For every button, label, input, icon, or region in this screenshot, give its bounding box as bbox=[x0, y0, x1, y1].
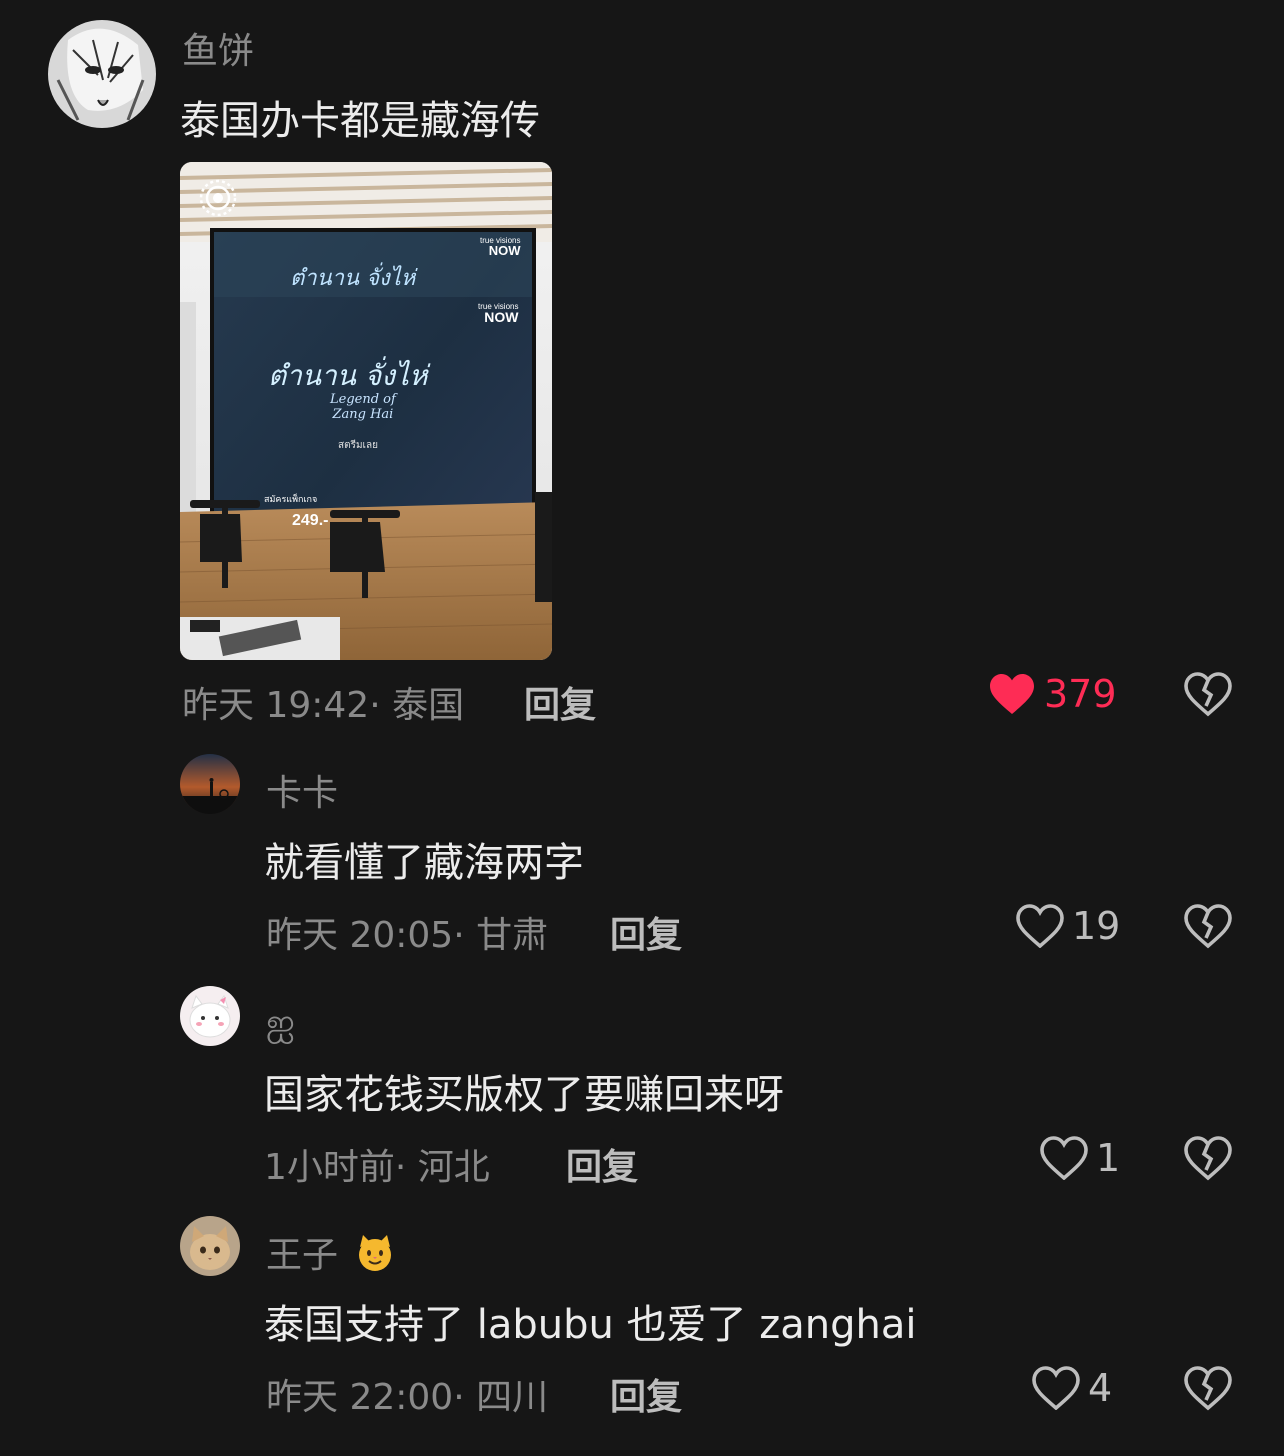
like-count: 4 bbox=[1088, 1366, 1113, 1410]
reply-button[interactable]: 回复 bbox=[524, 676, 596, 728]
live-photo-icon[interactable] bbox=[198, 178, 238, 218]
like-button[interactable]: 1 bbox=[1040, 1136, 1120, 1180]
cat-emoji-icon bbox=[355, 1233, 395, 1282]
screen-brand-mid: true visions NOW bbox=[478, 302, 519, 325]
avatar[interactable] bbox=[180, 754, 240, 814]
comment-text: 泰国办卡都是藏海传 bbox=[180, 98, 540, 144]
comment-meta: 昨天 19:42· 泰国 bbox=[182, 676, 464, 728]
screen-price: 249.- bbox=[292, 512, 329, 529]
comment-time: 昨天 20:05 bbox=[266, 915, 454, 956]
heart-outline-icon bbox=[1040, 1136, 1088, 1180]
screen-promo: สมัครแพ็กเกจ bbox=[264, 495, 318, 505]
like-count: 379 bbox=[1044, 672, 1117, 716]
comment-location: · 四川 bbox=[453, 1377, 549, 1418]
heart-outline-icon bbox=[1032, 1366, 1080, 1410]
dislike-button[interactable] bbox=[1184, 672, 1232, 722]
username[interactable]: 鱼饼 bbox=[182, 22, 254, 74]
comment-location: · 甘肃 bbox=[453, 915, 549, 956]
broken-heart-icon bbox=[1184, 1136, 1232, 1186]
comment-text: 泰国支持了 labubu 也爱了 zanghai bbox=[264, 1302, 917, 1348]
comment-location: · 泰国 bbox=[369, 685, 465, 726]
heart-outline-icon bbox=[1016, 904, 1064, 948]
avatar[interactable] bbox=[180, 986, 240, 1046]
like-button[interactable]: 379 bbox=[988, 672, 1117, 716]
like-button[interactable]: 19 bbox=[1016, 904, 1120, 948]
avatar[interactable] bbox=[48, 20, 156, 128]
dislike-button[interactable] bbox=[1184, 904, 1232, 954]
like-count: 1 bbox=[1096, 1136, 1121, 1180]
comment-time: 1小时前 bbox=[264, 1147, 395, 1188]
comment-meta: 昨天 22:00· 四川 bbox=[266, 1368, 548, 1420]
like-count: 19 bbox=[1072, 904, 1121, 948]
screen-title-top: ตำนาน จั่งไห่ bbox=[290, 266, 416, 291]
comment-image[interactable]: true visions NOW ตำนาน จั่งไห่ true visi… bbox=[180, 162, 552, 660]
comment-meta: 昨天 20:05· 甘肃 bbox=[266, 906, 548, 958]
screen-cta: สตรีมเลย bbox=[338, 440, 378, 451]
comment-location: · 河北 bbox=[394, 1147, 490, 1188]
like-button[interactable]: 4 bbox=[1032, 1366, 1112, 1410]
comment-text: 就看懂了藏海两字 bbox=[264, 840, 584, 886]
screen-brand-top: true visions NOW bbox=[480, 236, 521, 258]
comment-text: 国家花钱买版权了要赚回来呀 bbox=[264, 1072, 784, 1118]
comment-time: 昨天 19:42 bbox=[182, 685, 370, 726]
broken-heart-icon bbox=[1184, 672, 1232, 722]
reply-button[interactable]: 回复 bbox=[566, 1138, 638, 1190]
comment-meta: 1小时前· 河北 bbox=[264, 1138, 490, 1190]
dislike-button[interactable] bbox=[1184, 1136, 1232, 1186]
broken-heart-icon bbox=[1184, 1366, 1232, 1416]
broken-heart-icon bbox=[1184, 904, 1232, 954]
heart-filled-icon bbox=[988, 672, 1036, 716]
dislike-button[interactable] bbox=[1184, 1366, 1232, 1416]
comment-time: 昨天 22:00 bbox=[266, 1377, 454, 1418]
reply-button[interactable]: 回复 bbox=[610, 906, 682, 958]
username[interactable]: 王子 bbox=[266, 1226, 395, 1282]
avatar[interactable] bbox=[180, 1216, 240, 1276]
username[interactable]: 卡卡 bbox=[266, 764, 338, 816]
reply-button[interactable]: 回复 bbox=[610, 1368, 682, 1420]
screen-subtitle-en: Legend of Zang Hai bbox=[330, 392, 396, 422]
username[interactable]: ஐ bbox=[266, 1002, 295, 1048]
